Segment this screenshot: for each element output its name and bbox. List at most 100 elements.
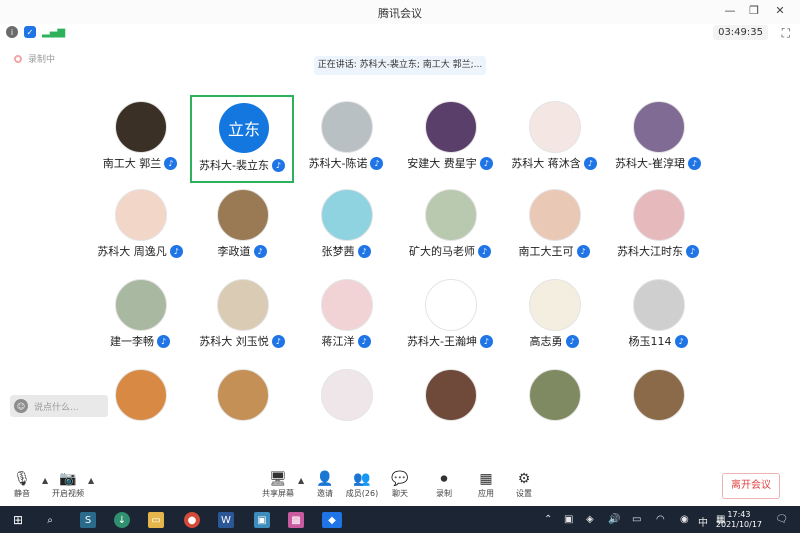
participant-tile[interactable]: 蒋江洋 ♪ (294, 273, 398, 361)
participant-name-line: 苏科大江时东 ♪ (606, 243, 710, 259)
participant-tile[interactable]: 苏科大 蒋沐含 ♪ (502, 95, 606, 183)
chat-button[interactable]: 💬 聊天 (382, 470, 418, 499)
microphone-icon: ♪ (357, 244, 371, 258)
add-user-icon: 👤 (316, 471, 334, 487)
tray-chevron-icon[interactable]: ⌃ (544, 514, 552, 525)
participant-tile[interactable]: 苏科大江时东 ♪ (606, 183, 710, 271)
participant-tile[interactable]: 高志勇 ♪ (502, 273, 606, 361)
participant-name: 苏科大江时东 (617, 245, 683, 258)
microphone-icon: ♪ (164, 156, 178, 170)
microphone-icon: 🎙 (13, 471, 31, 487)
tray-app-icon[interactable]: ▣ (564, 514, 573, 525)
chrome-icon[interactable]: ● (184, 512, 200, 528)
microphone-icon: ♪ (370, 156, 384, 170)
participant-name-line: 苏科大 蒋沐含 ♪ (502, 155, 606, 171)
avatar (321, 189, 373, 241)
mute-button[interactable]: 🎙 静音 (4, 470, 40, 499)
taskbar-app-icon[interactable]: ▩ (288, 512, 304, 528)
apps-button[interactable]: ▦ 应用 (468, 470, 504, 499)
members-label: 成员(26) (345, 489, 379, 498)
participant-name-line: 苏科大-裴立东 ♪ (192, 157, 292, 173)
notification-icon[interactable]: 🗨 (775, 514, 788, 525)
participant-tile[interactable] (294, 363, 398, 451)
shield-icon[interactable]: ✓ (24, 26, 36, 38)
tray-shield-icon[interactable]: ◈ (586, 514, 594, 525)
participant-name: 南工大 郭兰 (102, 157, 162, 170)
tray-app-icon[interactable]: ◉ (680, 514, 689, 525)
ime-indicator[interactable]: 中 (698, 514, 708, 529)
video-label: 开启视频 (52, 489, 84, 498)
video-button[interactable]: 📷 开启视频 (50, 470, 86, 499)
share-options-chevron-icon[interactable]: ▲ (298, 476, 304, 485)
participant-tile[interactable]: 立东 苏科大-裴立东 ♪ (190, 95, 294, 183)
participant-tile[interactable]: 苏科大-崔淳珺 ♪ (606, 95, 710, 183)
participant-tile[interactable]: 苏科大 周逸凡 ♪ (88, 183, 192, 271)
gear-icon: ⚙ (517, 471, 531, 487)
video-options-chevron-icon[interactable]: ▲ (88, 476, 94, 485)
participant-name: 苏科大-王瀚坤 (407, 335, 477, 348)
avatar (425, 369, 477, 421)
participant-tile[interactable] (502, 363, 606, 451)
participant-tile[interactable]: 南工大王可 ♪ (502, 183, 606, 271)
reaction-placeholder[interactable]: 说点什么... (34, 400, 79, 413)
participant-name: 杨玉114 (628, 335, 672, 348)
volume-icon[interactable]: 🔊 (608, 514, 620, 525)
search-icon[interactable]: ⌕ (42, 512, 58, 528)
participant-name-line: 矿大的马老师 ♪ (398, 243, 502, 259)
settings-button[interactable]: ⚙ 设置 (506, 470, 542, 499)
invite-button[interactable]: 👤 邀请 (307, 470, 343, 499)
close-button[interactable]: ✕ (772, 4, 788, 17)
word-icon[interactable]: W (218, 512, 234, 528)
signal-icon[interactable]: ▂▄▆ (42, 27, 65, 38)
participant-name-line: 南工大 郭兰 ♪ (88, 155, 192, 171)
emoji-icon[interactable]: ☺ (14, 399, 28, 413)
leave-meeting-button[interactable]: 离开会议 (722, 473, 780, 499)
taskbar-clock[interactable]: 17:43 2021/10/17 (716, 510, 762, 530)
participant-tile[interactable]: 安建大 费星宇 ♪ (398, 95, 502, 183)
avatar (529, 189, 581, 241)
participant-tile[interactable]: 杨玉114 ♪ (606, 273, 710, 361)
tencent-meeting-icon[interactable]: ◆ (322, 512, 342, 528)
battery-icon[interactable]: ▭ (632, 514, 641, 525)
restore-button[interactable]: ❐ (746, 4, 762, 17)
record-button[interactable]: ⏺ 录制 (426, 470, 462, 499)
meeting-status-icons: i ✓ ▂▄▆ (6, 26, 65, 38)
mute-options-chevron-icon[interactable]: ▲ (42, 476, 48, 485)
participant-tile[interactable] (606, 363, 710, 451)
participant-tile[interactable]: 矿大的马老师 ♪ (398, 183, 502, 271)
microphone-icon: ♪ (253, 244, 267, 258)
clock-time: 17:43 (727, 510, 751, 519)
participant-tile[interactable]: 李政道 ♪ (190, 183, 294, 271)
reaction-bar[interactable]: ☺ 说点什么... (10, 395, 108, 417)
file-explorer-icon[interactable]: ▭ (148, 512, 164, 528)
members-button[interactable]: 👥 成员(26) (344, 470, 380, 499)
participant-tile[interactable]: 苏科大-王瀚坤 ♪ (398, 273, 502, 361)
avatar (425, 279, 477, 331)
taskbar-app-icon[interactable]: S (80, 512, 96, 528)
participant-tile[interactable]: 建一李畅 ♪ (88, 273, 192, 361)
settings-label: 设置 (516, 489, 532, 498)
chat-icon: 💬 (391, 471, 409, 487)
info-icon[interactable]: i (6, 26, 18, 38)
participant-name-line: 苏科大-陈诺 ♪ (294, 155, 398, 171)
participant-tile[interactable]: 苏科大-陈诺 ♪ (294, 95, 398, 183)
participant-tile[interactable]: 张梦茜 ♪ (294, 183, 398, 271)
participant-tile[interactable]: 苏科大 刘玉悦 ♪ (190, 273, 294, 361)
mute-label: 静音 (14, 489, 30, 498)
taskbar-app-icon[interactable]: ▣ (254, 512, 270, 528)
microphone-icon: ♪ (271, 334, 285, 348)
taskbar-app-icon[interactable]: ↓ (114, 512, 130, 528)
participant-tile[interactable] (398, 363, 502, 451)
participant-tile[interactable] (190, 363, 294, 451)
windows-start-icon[interactable]: ⊞ (10, 512, 26, 528)
fullscreen-icon[interactable]: ⛶ (782, 26, 790, 41)
participant-tile[interactable]: 南工大 郭兰 ♪ (88, 95, 192, 183)
wifi-icon[interactable]: ◠ (656, 514, 665, 525)
avatar (633, 189, 685, 241)
share-screen-button[interactable]: 🖥 共享屏幕 (260, 470, 296, 499)
minimize-button[interactable]: — (722, 4, 738, 17)
avatar (321, 101, 373, 153)
clock-date: 2021/10/17 (715, 520, 762, 529)
members-icon: 👥 (353, 471, 371, 487)
avatar (529, 279, 581, 331)
